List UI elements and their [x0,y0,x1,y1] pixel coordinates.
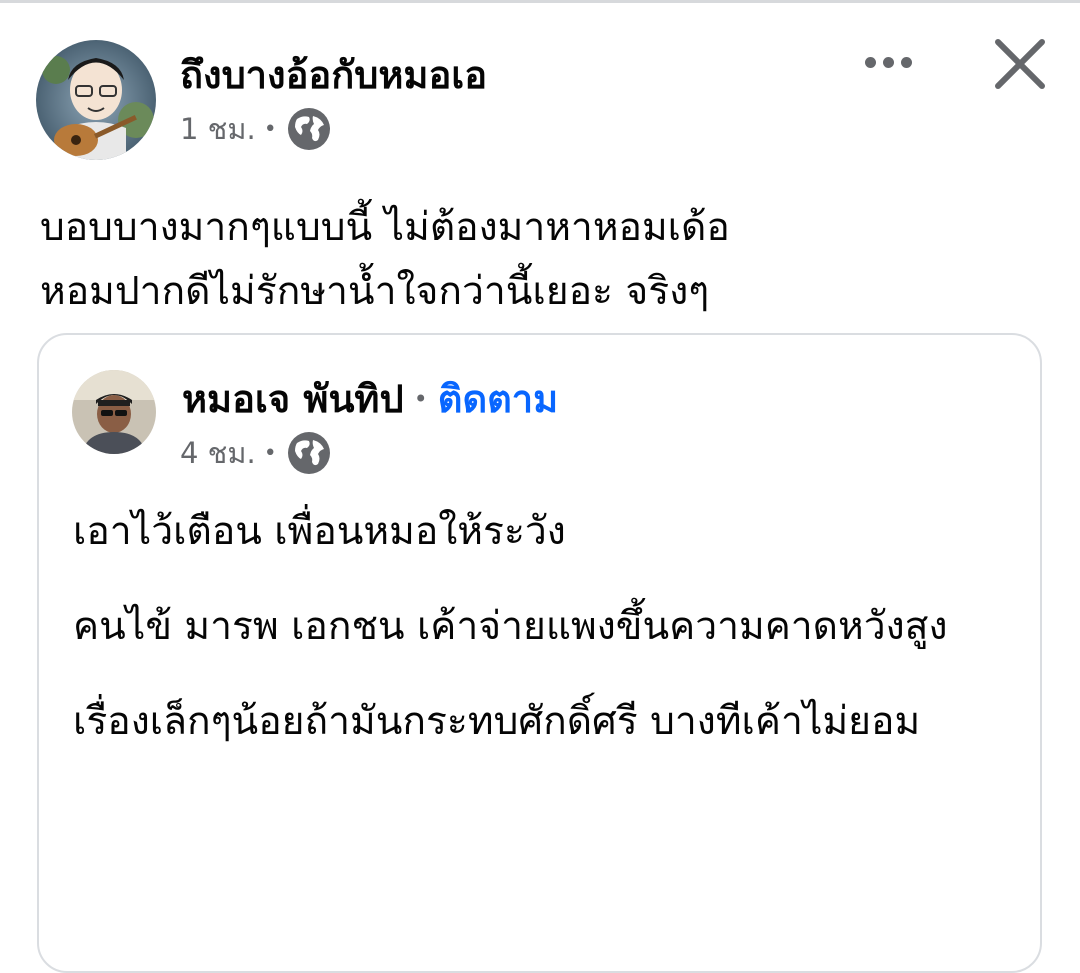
post-text-line: หอมปากดีไม่รักษาน้ำใจกว่านี้เยอะ จริงๆ [40,269,710,314]
more-options-dot [882,56,894,68]
shared-paragraph: เอาไว้เตือน เพื่อนหมอให้ระวัง [73,509,566,554]
meta-separator: • [263,440,277,466]
meta-separator: • [263,116,277,142]
post-meta: 1 ชม. • [180,106,331,152]
globe-icon [287,107,331,151]
close-icon [995,39,1045,89]
globe-icon [287,431,331,475]
shared-post-time[interactable]: 4 ชม. [180,430,256,476]
follow-button[interactable]: ติดตาม [438,368,558,429]
shared-paragraph: เรื่องเล็กๆน้อยถ้ามันกระทบศักดิ์ศรี บางท… [73,699,921,744]
post-time[interactable]: 1 ชม. [180,106,256,152]
shared-author-name[interactable]: หมอเจ พันทิป [182,368,404,429]
shared-post-text: เอาไว้เตือน เพื่อนหมอให้ระวัง คนไข้ มารพ… [73,502,993,787]
more-options-icon [864,56,876,68]
top-divider [0,0,1080,3]
shared-author-row: หมอเจ พันทิป • ติดตาม [182,368,558,429]
post-text-line: บอบบางมากๆแบบนี้ ไม่ต้องมาหาหอมเด้อ [40,205,730,250]
author-name[interactable]: ถึงบางอ้อกับหมอเอ [180,44,487,105]
post-text: บอบบางมากๆแบบนี้ ไม่ต้องมาหาหอมเด้อ หอมป… [40,196,1040,324]
shared-post-meta: 4 ชม. • [180,430,331,476]
shared-author-avatar[interactable] [72,370,156,454]
more-options-dot [900,56,912,68]
author-avatar[interactable] [36,40,156,160]
name-separator: • [413,384,428,413]
more-options-button[interactable] [858,44,918,80]
shared-paragraph: คนไข้ มารพ เอกชน เค้าจ่ายแพงขึ้นความคาดห… [73,604,948,649]
close-button[interactable] [986,30,1054,98]
